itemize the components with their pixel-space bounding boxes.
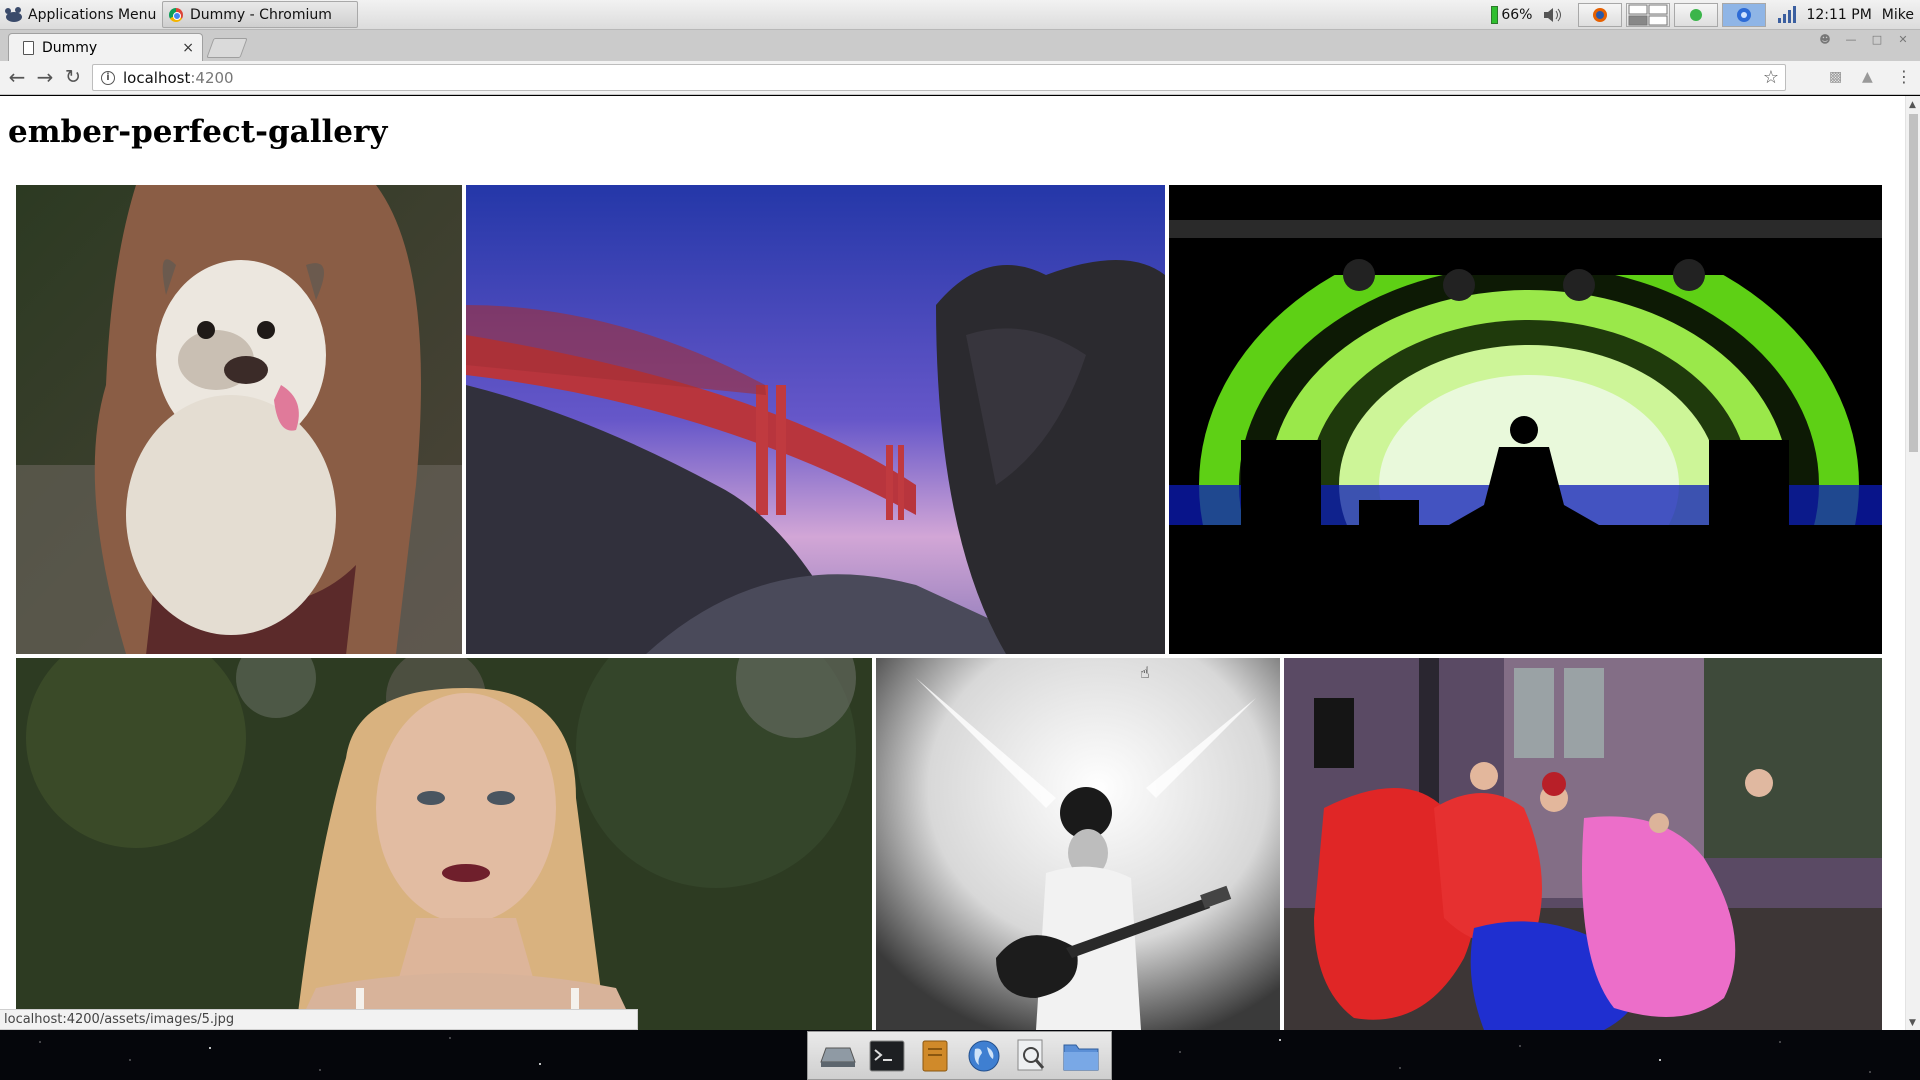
volume-icon[interactable]	[1542, 6, 1564, 24]
close-window-icon[interactable]: ✕	[1892, 33, 1914, 49]
battery-indicator[interactable]: 66%	[1491, 6, 1532, 24]
portrait-photo[interactable]	[16, 658, 872, 1030]
workspaces-icon	[1628, 4, 1668, 26]
workspace-switcher[interactable]	[1626, 3, 1671, 27]
drive-launcher[interactable]	[819, 1037, 857, 1075]
new-tab-button[interactable]	[206, 38, 248, 58]
terminal-launcher[interactable]	[868, 1037, 906, 1075]
page-viewport: ember-perfect-gallery ▲ ▼	[0, 96, 1920, 1030]
browser-tab-strip: Dummy × ☻ — □ ✕	[0, 30, 1920, 61]
scrollbar-thumb[interactable]	[1909, 114, 1918, 452]
status-launcher[interactable]	[1674, 3, 1719, 27]
clock[interactable]: 12:11 PM	[1806, 7, 1871, 23]
taskbar-window-button[interactable]: Dummy - Chromium	[162, 1, 358, 28]
golden-gate-photo[interactable]	[466, 185, 1165, 654]
search-icon	[1017, 1039, 1045, 1070]
drive-icon	[820, 1047, 856, 1067]
folder-icon	[1063, 1044, 1099, 1070]
system-tray: 66% 12:11 PM Mike	[1491, 0, 1920, 30]
firefox-launcher[interactable]	[1578, 3, 1623, 27]
guitarist-photo[interactable]	[876, 658, 1280, 1030]
browser-launcher[interactable]	[965, 1037, 1003, 1075]
tab-title: Dummy	[42, 39, 98, 56]
bulldog-photo[interactable]	[16, 185, 462, 654]
chromium-icon	[169, 7, 183, 22]
green-dot-icon	[1690, 9, 1703, 21]
bookmark-star-icon[interactable]: ☆	[1763, 67, 1779, 88]
firefox-icon	[1593, 8, 1608, 22]
scroll-down-arrow-icon[interactable]: ▼	[1909, 1018, 1916, 1028]
xfce-mouse-icon	[5, 7, 22, 22]
scroll-up-arrow-icon[interactable]: ▲	[1909, 100, 1916, 110]
extension-icon-2[interactable]: ▲	[1862, 69, 1873, 85]
address-bar[interactable]: i localhost:4200 ☆	[92, 64, 1786, 91]
notes-icon	[922, 1040, 948, 1071]
terminal-icon	[869, 1040, 905, 1071]
battery-icon	[1491, 6, 1499, 24]
search-launcher[interactable]	[1013, 1037, 1051, 1075]
dock	[807, 1031, 1112, 1080]
extension-icon[interactable]: ▩	[1829, 69, 1842, 85]
profile-icon[interactable]: ☻	[1814, 33, 1836, 49]
taskbar-window-title: Dummy - Chromium	[190, 6, 332, 23]
user-name[interactable]: Mike	[1882, 7, 1914, 23]
network-signal-icon[interactable]	[1776, 6, 1797, 24]
reload-icon[interactable]: ↻	[60, 65, 86, 91]
hand-pointer-cursor-icon: ☝	[1140, 663, 1150, 682]
back-arrow-icon[interactable]: ←	[4, 65, 30, 91]
forward-arrow-icon[interactable]: →	[32, 65, 58, 91]
url-host: localhost	[123, 68, 191, 87]
link-status-bar: localhost:4200/assets/images/5.jpg	[0, 1009, 638, 1030]
dj-stage-photo[interactable]	[1169, 185, 1882, 654]
browser-toolbar: ← → ↻ i localhost:4200 ☆ ▩ ▲ ⋮	[0, 61, 1920, 95]
globe-icon	[968, 1040, 1000, 1071]
chromium-tray-icon	[1737, 8, 1752, 22]
battery-percent: 66%	[1501, 7, 1533, 23]
tab-dummy[interactable]: Dummy ×	[8, 33, 203, 61]
site-info-icon[interactable]: i	[101, 70, 115, 85]
dancers-photo[interactable]	[1284, 658, 1882, 1030]
page-title: ember-perfect-gallery	[8, 114, 388, 150]
url-port: :4200	[190, 68, 234, 87]
chromium-launcher[interactable]	[1722, 3, 1767, 27]
desktop-top-panel: Applications Menu Dummy - Chromium 66% 1…	[0, 0, 1920, 30]
notes-launcher[interactable]	[916, 1037, 954, 1075]
maximize-icon[interactable]: □	[1866, 33, 1888, 49]
files-launcher[interactable]	[1062, 1037, 1100, 1075]
minimize-icon[interactable]: —	[1840, 33, 1862, 49]
page-scrollbar[interactable]: ▲ ▼	[1905, 96, 1920, 1030]
menu-kebab-icon[interactable]: ⋮	[1896, 67, 1912, 86]
page-favicon-icon	[23, 40, 34, 55]
window-controls: ☻ — □ ✕	[1814, 33, 1914, 49]
applications-menu-label: Applications Menu	[28, 7, 157, 23]
tab-close-icon[interactable]: ×	[182, 40, 194, 56]
applications-menu-button[interactable]: Applications Menu	[0, 2, 158, 28]
